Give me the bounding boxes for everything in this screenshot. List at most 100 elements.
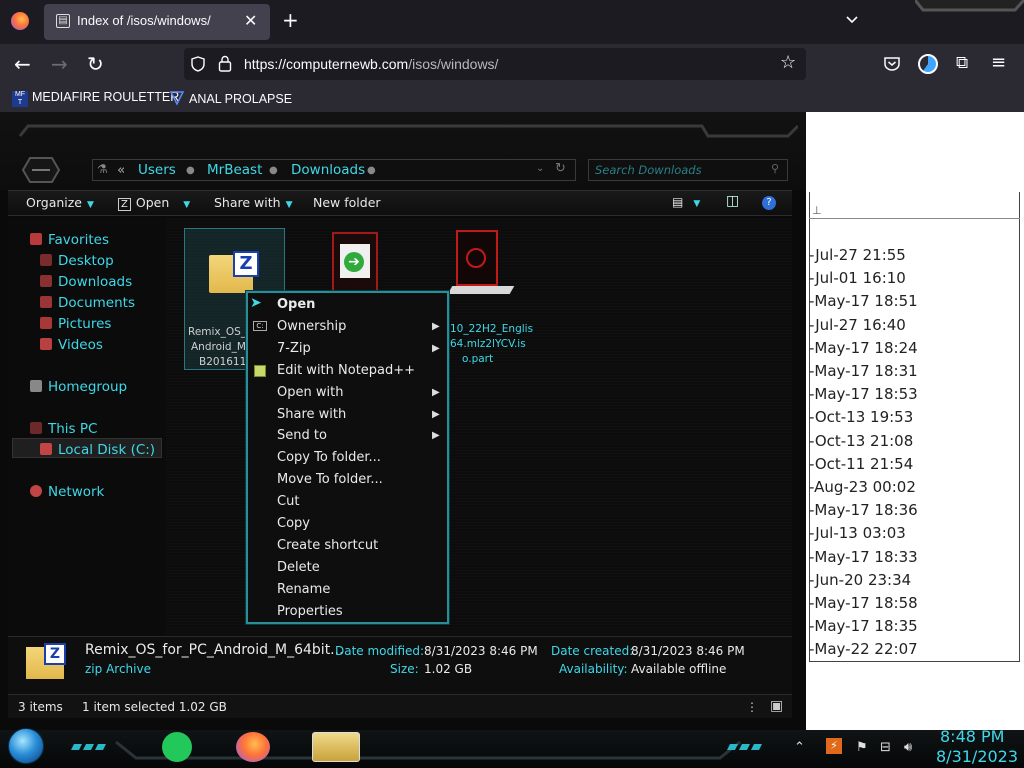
- close-tab-icon[interactable]: ✕: [244, 11, 257, 30]
- nav-this-pc[interactable]: This PC: [30, 421, 97, 437]
- context-menu-item-create-shortcut[interactable]: Create shortcut: [277, 538, 378, 553]
- breadcrumb-separator-icon[interactable]: ●: [186, 165, 195, 176]
- frame-decoration: [18, 124, 798, 138]
- context-menu-item-copy-to-folder[interactable]: Copy To folder...: [277, 450, 381, 465]
- context-menu-item-share-with[interactable]: Share with: [277, 407, 346, 422]
- ownership-cmd-icon: C:: [253, 321, 267, 331]
- nav-network[interactable]: Network: [30, 484, 104, 500]
- listing-timestamp: -Oct-11 21:54: [809, 454, 914, 473]
- flag-icon[interactable]: ⚑: [856, 740, 868, 755]
- videos-icon: [40, 338, 52, 350]
- network-tray-icon[interactable]: ⊟: [880, 740, 891, 755]
- hamburger-menu-icon[interactable]: ≡: [991, 52, 1006, 73]
- file-item-windows-iso[interactable]: [447, 230, 520, 310]
- date-created-label: Date created:: [551, 644, 634, 658]
- tab-list-chevron-icon[interactable]: [845, 12, 859, 26]
- nav-videos[interactable]: Videos: [40, 337, 103, 353]
- address-dropdown-icon[interactable]: ⌄: [536, 163, 544, 174]
- breadcrumb-separator-icon[interactable]: ●: [269, 165, 278, 176]
- explorer-title-area: ⚗ « Users ● MrBeast ● Downloads ● ⌄ ↻ Se…: [0, 112, 806, 190]
- context-menu-item-edit-with-notepad[interactable]: Edit with Notepad++: [277, 363, 415, 378]
- nav-homegroup[interactable]: Homegroup: [30, 379, 127, 395]
- spotify-icon[interactable]: [162, 732, 192, 762]
- browser-tab[interactable]: ▤ Index of /isos/windows/ ✕: [44, 4, 270, 40]
- context-menu-item-delete[interactable]: Delete: [277, 560, 320, 575]
- nav-documents[interactable]: Documents: [40, 295, 135, 311]
- url-text[interactable]: https://computernewb.com/isos/windows/: [244, 56, 498, 72]
- nav-hexagon-icon[interactable]: [22, 156, 60, 184]
- search-icon[interactable]: ⚲: [771, 162, 779, 175]
- bookmark-mediafire-roulette[interactable]: MF T MEDIAFIRE ROULETTER: [12, 90, 179, 107]
- account-icon[interactable]: [918, 54, 938, 74]
- file-item-shortcut[interactable]: ➔: [332, 232, 378, 292]
- new-tab-button[interactable]: +: [282, 10, 299, 30]
- reload-icon[interactable]: ↻: [87, 54, 104, 74]
- view-options-icon[interactable]: ▤ ▼: [672, 195, 700, 209]
- context-menu-item-properties[interactable]: Properties: [277, 604, 343, 619]
- context-menu-item-copy[interactable]: Copy: [277, 516, 310, 531]
- open-button[interactable]: Z Open ▼: [118, 195, 190, 211]
- start-button[interactable]: [8, 728, 44, 764]
- firefox-icon[interactable]: [11, 12, 29, 30]
- forward-arrow-icon[interactable]: →: [51, 54, 68, 74]
- volume-icon[interactable]: 🔊︎: [904, 740, 912, 755]
- breadcrumb-downloads[interactable]: Downloads: [291, 162, 365, 178]
- url-path: /isos/windows/: [408, 56, 499, 72]
- nav-desktop[interactable]: Desktop: [40, 253, 114, 269]
- show-hidden-icons[interactable]: ⌃: [794, 740, 805, 755]
- listing-timestamp: -May-17 18:31: [809, 362, 918, 380]
- organize-button[interactable]: Organize ▼: [26, 195, 94, 210]
- breadcrumb-mrbeast[interactable]: MrBeast: [207, 162, 262, 178]
- nav-pictures[interactable]: Pictures: [40, 316, 111, 332]
- context-menu-item-send-to[interactable]: Send to: [277, 428, 327, 443]
- tray-app-icon[interactable]: ⚡: [826, 738, 842, 754]
- browser-nav-bar: ← → ↻ https://computernewb.com/isos/wind…: [0, 44, 1024, 86]
- new-folder-button[interactable]: New folder: [313, 195, 381, 210]
- context-menu-item-rename[interactable]: Rename: [277, 582, 330, 597]
- large-icons-view-icon[interactable]: ▣: [770, 698, 783, 714]
- share-with-button[interactable]: Share with ▼: [214, 195, 293, 210]
- details-view-icon[interactable]: ⋮: [746, 700, 758, 714]
- search-box[interactable]: Search Downloads ⚲: [588, 159, 788, 181]
- bookmark-site-icon: [169, 91, 185, 106]
- url-host: https://computernewb.com: [244, 56, 409, 72]
- bookmark-anal-prolapse[interactable]: ANAL PROLAPSE: [169, 90, 292, 106]
- url-bar[interactable]: https://computernewb.com/isos/windows/ ☆: [184, 48, 806, 80]
- extensions-puzzle-icon[interactable]: ⧉: [956, 53, 968, 73]
- pocket-icon[interactable]: [883, 56, 901, 72]
- submenu-arrow-icon: ▶: [432, 408, 440, 420]
- context-menu-item-7-zip[interactable]: 7-Zip: [277, 341, 311, 356]
- context-menu-item-cut[interactable]: Cut: [277, 494, 299, 509]
- firefox-taskbar-icon[interactable]: [236, 732, 270, 762]
- breadcrumb-separator-icon[interactable]: ●: [367, 165, 376, 176]
- shield-icon[interactable]: [190, 56, 206, 72]
- clock-time[interactable]: 8:48 PM: [940, 727, 1004, 746]
- breadcrumb-users[interactable]: Users: [138, 162, 176, 178]
- file-explorer-taskbar-icon[interactable]: [312, 732, 360, 762]
- nav-favorites[interactable]: Favorites: [30, 232, 109, 248]
- bookmark-star-icon[interactable]: ☆: [780, 52, 796, 73]
- help-icon[interactable]: ?: [762, 196, 776, 210]
- local-disk-icon: [40, 443, 52, 455]
- nav-local-disk[interactable]: Local Disk (C:): [40, 442, 155, 458]
- nav-label: Local Disk (C:): [58, 442, 156, 458]
- nav-downloads[interactable]: Downloads: [40, 274, 132, 290]
- listing-timestamp: -Aug-23 00:02: [809, 478, 916, 496]
- breadcrumb-overflow[interactable]: «: [117, 162, 125, 178]
- refresh-icon[interactable]: ↻: [555, 161, 566, 176]
- preview-pane-icon[interactable]: ◫: [726, 193, 739, 209]
- listing-timestamp: -Jul-27 21:55: [809, 246, 906, 264]
- context-menu-item-ownership[interactable]: Ownership: [277, 319, 346, 334]
- context-menu-item-open-with[interactable]: Open with: [277, 385, 343, 400]
- open-app-icon: Z: [118, 198, 131, 211]
- address-bar[interactable]: ⚗ « Users ● MrBeast ● Downloads ● ⌄ ↻: [92, 159, 576, 181]
- back-arrow-icon[interactable]: ←: [14, 54, 31, 74]
- clock-date[interactable]: 8/31/2023: [936, 747, 1018, 766]
- context-menu-item-move-to-folder[interactable]: Move To folder...: [277, 472, 383, 487]
- sort-arrow-icon[interactable]: ⊥: [812, 204, 822, 217]
- file-name-line: Remix_OS_f: [188, 326, 250, 338]
- lock-icon[interactable]: [218, 55, 232, 72]
- nav-label: Pictures: [58, 316, 112, 332]
- context-menu-item-open[interactable]: Open: [277, 297, 315, 312]
- status-bar: 3 items 1 item selected 1.02 GB ⋮ ▣: [8, 694, 792, 718]
